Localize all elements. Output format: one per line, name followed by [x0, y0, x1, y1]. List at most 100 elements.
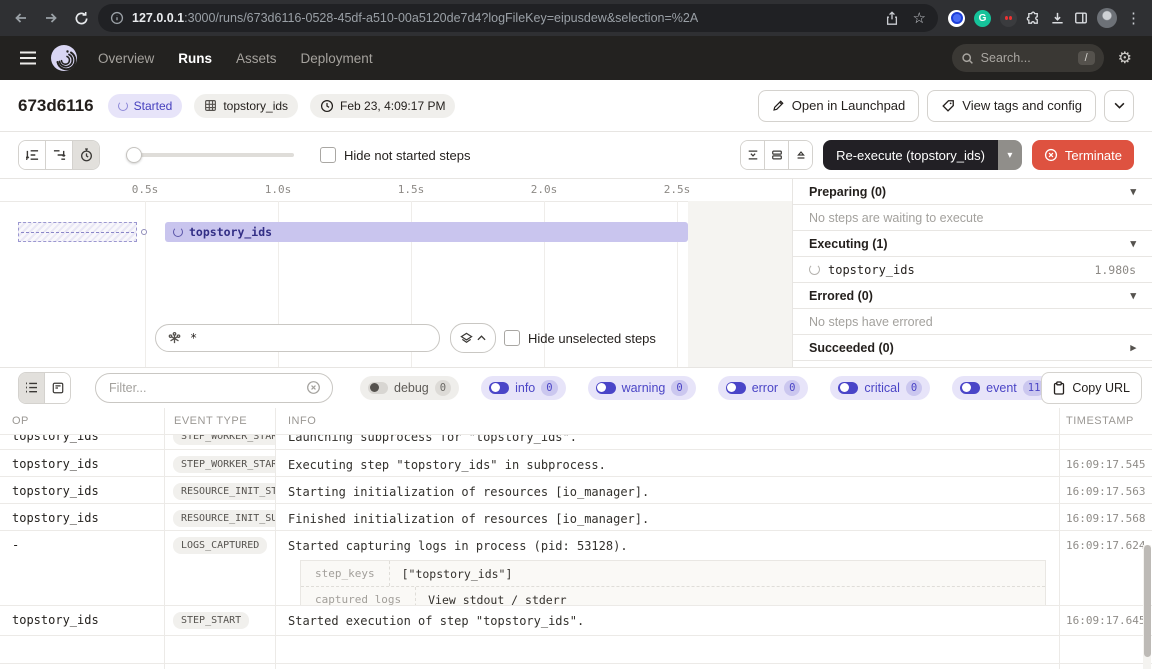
selection-options-button[interactable] [450, 323, 496, 353]
log-table-header: OP EVENT TYPE INFO TIMESTAMP [0, 408, 1152, 435]
chip-warning[interactable]: warning0 [588, 376, 696, 400]
chip-info[interactable]: info0 [481, 376, 565, 400]
split-rows-icon[interactable] [765, 141, 789, 169]
hamburger-menu-icon[interactable] [14, 44, 42, 72]
log-row-empty [0, 664, 1152, 669]
collapse-down-icon[interactable] [741, 141, 765, 169]
log-filter-input[interactable] [107, 380, 300, 396]
gantt-step-bar[interactable]: topstory_ids [165, 222, 688, 242]
reexecute-button[interactable]: Re-execute (topstory_ids) [823, 140, 998, 170]
executing-step-row[interactable]: topstory_ids 1.980s [793, 257, 1152, 283]
terminate-button[interactable]: Terminate [1032, 140, 1134, 170]
run-actions-chevron-button[interactable] [1104, 90, 1134, 122]
app-window: 127.0.0.1:3000/runs/673d6116-0528-45df-a… [0, 0, 1152, 669]
metadata-value: ["topstory_ids"] [390, 561, 525, 586]
step-name[interactable]: topstory_ids [828, 263, 915, 277]
extension-icon-grammarly[interactable]: G [974, 10, 991, 27]
nav-item-runs[interactable]: Runs [178, 51, 212, 66]
gantt-flat-view-icon[interactable] [19, 141, 46, 169]
log-row[interactable]: topstory_ids RESOURCE_INIT_SUCC… Finishe… [0, 504, 1152, 531]
terminate-x-circle-icon [1044, 148, 1058, 162]
search-icon [961, 52, 974, 65]
spinner-icon [809, 264, 820, 275]
copy-url-button[interactable]: Copy URL [1041, 372, 1142, 404]
log-list-view-icon[interactable] [19, 373, 45, 403]
sidebar-toggle-icon[interactable] [1074, 11, 1088, 25]
toggle-icon [368, 382, 388, 394]
metadata-row: step_keys ["topstory_ids"] [301, 561, 1045, 587]
dagster-logo[interactable] [50, 44, 78, 72]
gantt-chart: 0.5s 1.0s 1.5s 2.0s 2.5s topstory_ids [0, 179, 793, 367]
tag-icon [941, 99, 955, 113]
back-icon[interactable] [8, 5, 34, 31]
event-log-table: OP EVENT TYPE INFO TIMESTAMP topstory_id… [0, 408, 1152, 669]
axis-tick: 1.0s [258, 183, 298, 196]
section-succeeded[interactable]: Succeeded (0) ▸ [793, 335, 1152, 361]
nav-item-assets[interactable]: Assets [236, 51, 277, 66]
settings-gear-icon[interactable]: ⚙ [1118, 48, 1132, 68]
chip-error[interactable]: error0 [718, 376, 809, 400]
extension-icon-blue[interactable] [948, 10, 965, 27]
forward-icon[interactable] [38, 5, 64, 31]
log-row[interactable]: topstory_ids STEP_WORKER_STARTED Executi… [0, 450, 1152, 477]
log-row[interactable]: topstory_ids STEP_START Started executio… [0, 606, 1152, 636]
gantt-waterfall-view-icon[interactable] [46, 141, 73, 169]
caret-down-icon: ▾ [1130, 289, 1136, 302]
hide-unselected-checkbox[interactable] [504, 330, 520, 346]
view-stdout-stderr-link[interactable]: View stdout / stderr [416, 587, 578, 605]
step-selection-input[interactable] [155, 324, 440, 352]
reload-icon[interactable] [68, 5, 94, 31]
log-row-logs-captured[interactable]: - LOGS_CAPTURED Started capturing logs i… [0, 531, 1152, 606]
log-structured-view-icon[interactable] [45, 373, 70, 403]
bookmark-star-icon[interactable]: ☆ [913, 9, 926, 27]
gantt-time-axis: 0.5s 1.0s 1.5s 2.0s 2.5s [0, 179, 792, 202]
caret-right-icon: ▸ [1130, 341, 1136, 354]
toggle-icon [838, 382, 858, 394]
log-filter-input-wrap [95, 373, 333, 403]
toggle-icon [960, 382, 980, 394]
event-type-badge: STEP_WORKER_STARTED [173, 456, 276, 473]
download-icon[interactable] [1050, 11, 1065, 26]
browser-menu-icon[interactable]: ⋮ [1126, 9, 1141, 27]
hide-not-started-label[interactable]: Hide not started steps [344, 148, 470, 163]
section-executing[interactable]: Executing (1) ▾ [793, 231, 1152, 257]
event-type-badge: STEP_WORKER_STARTI… [173, 435, 276, 445]
gantt-timed-view-icon[interactable] [73, 141, 99, 169]
reexecute-dropdown-caret[interactable]: ▾ [998, 140, 1022, 170]
job-tag[interactable]: topstory_ids [194, 94, 298, 118]
preparing-empty-text: No steps are waiting to execute [793, 205, 1152, 231]
global-search[interactable]: Search... / [952, 44, 1104, 72]
view-tags-config-button[interactable]: View tags and config [927, 90, 1096, 122]
open-in-launchpad-button[interactable]: Open in Launchpad [758, 90, 919, 122]
collapse-up-icon[interactable] [789, 141, 812, 169]
section-errored[interactable]: Errored (0) ▾ [793, 283, 1152, 309]
nav-item-deployment[interactable]: Deployment [301, 51, 373, 66]
extensions-puzzle-icon[interactable] [1026, 11, 1041, 26]
log-row[interactable]: topstory_ids RESOURCE_INIT_STAR… Startin… [0, 477, 1152, 504]
step-status-panel: Preparing (0) ▾ No steps are waiting to … [793, 179, 1152, 367]
chip-debug[interactable]: debug0 [360, 376, 459, 400]
gantt-tools: Hide unselected steps [0, 323, 792, 353]
search-placeholder: Search... [981, 51, 1031, 65]
chip-critical[interactable]: critical0 [830, 376, 930, 400]
hide-unselected-label[interactable]: Hide unselected steps [528, 331, 656, 346]
nav-item-overview[interactable]: Overview [98, 51, 154, 66]
section-preparing[interactable]: Preparing (0) ▾ [793, 179, 1152, 205]
chevron-down-icon [1114, 102, 1125, 109]
table-scrollbar-thumb[interactable] [1144, 545, 1151, 657]
hide-not-started-checkbox[interactable] [320, 147, 336, 163]
run-id: 673d6116 [18, 96, 94, 116]
url-bar[interactable]: 127.0.0.1:3000/runs/673d6116-0528-45df-a… [98, 4, 938, 32]
log-row-clipped[interactable]: topstory_ids STEP_WORKER_STARTI… Launchi… [0, 435, 1152, 450]
zoom-slider[interactable] [126, 147, 294, 163]
profile-avatar[interactable] [1097, 8, 1117, 28]
selection-graph-icon [168, 332, 181, 345]
slider-knob[interactable] [126, 147, 142, 163]
clear-filter-icon[interactable] [306, 380, 321, 395]
extension-icon-red[interactable] [1000, 10, 1017, 27]
event-type-badge: RESOURCE_INIT_SUCC… [173, 510, 276, 527]
site-info-icon[interactable] [110, 11, 124, 25]
chip-event[interactable]: event11 [952, 376, 1053, 400]
share-icon[interactable] [885, 11, 899, 26]
selection-value-input[interactable] [188, 330, 427, 346]
